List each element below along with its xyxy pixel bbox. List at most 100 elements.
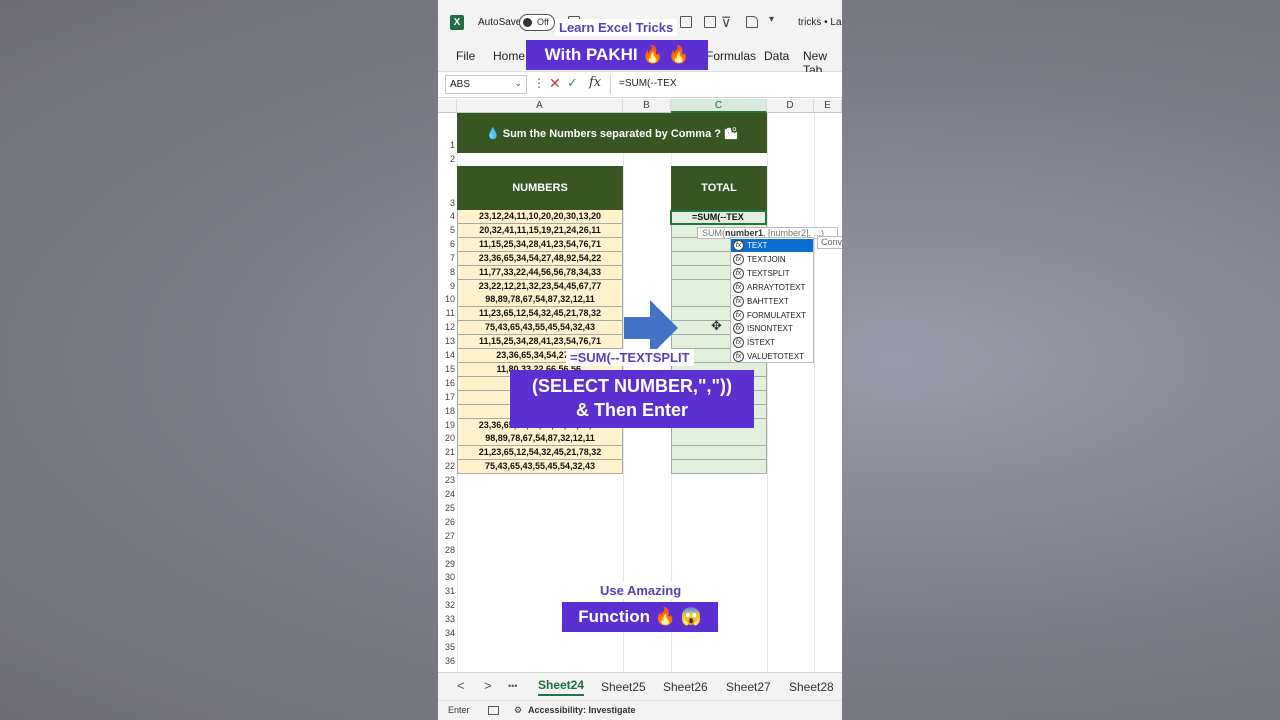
numbers-header-cell[interactable]: NUMBERS	[457, 166, 623, 210]
select-all-corner[interactable]	[438, 99, 457, 113]
accessibility-status[interactable]: Accessibility: Investigate	[528, 705, 636, 715]
chevron-down-icon[interactable]: ▾	[769, 14, 774, 25]
row-header[interactable]: 16	[438, 378, 457, 388]
chevron-down-icon[interactable]: ⌄	[514, 78, 522, 89]
row-header[interactable]: 13	[438, 336, 457, 346]
toggle-knob	[523, 18, 532, 27]
row-header[interactable]: 10	[438, 294, 457, 304]
sheet-tab-26[interactable]: Sheet26	[663, 680, 708, 694]
sheet-tab-24[interactable]: Sheet24	[538, 678, 585, 696]
autocomplete-item[interactable]: fx TEXTSPLIT	[731, 267, 813, 280]
row-header[interactable]: 11	[438, 308, 457, 318]
row-header[interactable]: 32	[438, 600, 457, 610]
sheet-tab-27[interactable]: Sheet27	[726, 680, 771, 694]
number-cell[interactable]: 98,89,78,67,54,87,32,12,11	[457, 432, 623, 447]
column-header-c[interactable]: C	[671, 99, 767, 113]
row-header[interactable]: 19	[438, 420, 457, 430]
row-header[interactable]: 1	[438, 140, 457, 150]
sheet-next-button[interactable]: >	[484, 678, 492, 693]
row-header[interactable]: 35	[438, 642, 457, 652]
number-cell[interactable]: 75,43,65,43,55,45,54,32,43	[457, 321, 623, 336]
row-header[interactable]: 22	[438, 461, 457, 471]
sheet-tab-28[interactable]: Sheet28	[789, 680, 834, 694]
table-icon[interactable]	[704, 16, 716, 28]
total-cell[interactable]	[671, 432, 767, 447]
autocomplete-item[interactable]: fx BAHTTEXT	[731, 295, 813, 308]
autocomplete-item[interactable]: fx ARRAYTOTEXT	[731, 281, 813, 294]
row-header[interactable]: 7	[438, 253, 457, 263]
column-header-a[interactable]: A	[457, 99, 623, 113]
column-header-e[interactable]: E	[814, 99, 842, 113]
tab-file[interactable]: File	[456, 49, 475, 63]
row-header[interactable]: 6	[438, 239, 457, 249]
autocomplete-item[interactable]: fx TEXTJOIN	[731, 253, 813, 266]
row-header[interactable]: 17	[438, 392, 457, 402]
accessibility-icon[interactable]: ⚙	[514, 705, 522, 716]
column-header-b[interactable]: B	[623, 99, 671, 113]
row-header[interactable]: 28	[438, 545, 457, 555]
autocomplete-item[interactable]: fx ISNONTEXT	[731, 322, 813, 335]
row-header[interactable]: 24	[438, 489, 457, 499]
row-header[interactable]: 33	[438, 614, 457, 624]
autocomplete-item[interactable]: fx ISTEXT	[731, 336, 813, 349]
undo-icon[interactable]	[680, 16, 692, 28]
total-header-cell[interactable]: TOTAL	[671, 166, 767, 210]
autosave-toggle[interactable]: Off	[519, 14, 555, 31]
number-cell[interactable]: 11,15,25,34,28,41,23,54,76,71	[457, 335, 623, 350]
autocomplete-item[interactable]: fx FORMULATEXT	[731, 309, 813, 322]
sheet-title-cell[interactable]: 💧 Sum the Numbers separated by Comma ? 🏙	[457, 113, 767, 153]
macro-icon[interactable]	[488, 706, 499, 715]
row-header[interactable]: 29	[438, 559, 457, 569]
number-cell[interactable]: 11,15,25,34,28,41,23,54,76,71	[457, 237, 623, 252]
tab-data[interactable]: Data	[764, 49, 789, 63]
number-cell[interactable]: 21,23,65,12,54,32,45,21,78,32	[457, 446, 623, 461]
tab-home[interactable]: Home	[493, 49, 525, 63]
number-cell[interactable]: 11,23,65,12,54,32,45,21,78,32	[457, 307, 623, 322]
row-header[interactable]: 34	[438, 628, 457, 638]
row-header[interactable]: 21	[438, 447, 457, 457]
row-header[interactable]: 9	[438, 281, 457, 291]
total-cell[interactable]	[671, 460, 767, 475]
cancel-icon[interactable]: ✕	[549, 75, 561, 92]
sheet-prev-button[interactable]: <	[457, 678, 465, 693]
row-header[interactable]: 27	[438, 531, 457, 541]
row-header[interactable]: 26	[438, 517, 457, 527]
number-cell[interactable]: 11,77,33,22,44,56,56,78,34,33	[457, 265, 623, 280]
sheet-tab-25[interactable]: Sheet25	[601, 680, 646, 694]
number-cell[interactable]: 20,32,41,11,15,19,21,24,26,11	[457, 223, 623, 238]
row-header[interactable]: 12	[438, 322, 457, 332]
number-cell[interactable]: 98,89,78,67,54,87,32,12,11	[457, 293, 623, 308]
number-cell[interactable]: 23,12,24,11,10,20,20,30,13,20	[457, 210, 623, 224]
autocomplete-item[interactable]: fx VALUETOTEXT	[731, 350, 813, 363]
tab-formulas[interactable]: Formulas	[706, 49, 756, 63]
row-header[interactable]: 3	[438, 198, 457, 208]
number-cell[interactable]: 23,22,12,21,32,23,54,45,67,77	[457, 279, 623, 294]
row-header[interactable]: 2	[438, 154, 457, 164]
confirm-icon[interactable]: ✓	[567, 75, 578, 91]
insert-function-icon[interactable]: fx	[589, 75, 601, 90]
row-header[interactable]: 8	[438, 267, 457, 277]
row-header[interactable]: 14	[438, 350, 457, 360]
document-icon[interactable]	[746, 16, 758, 28]
row-header[interactable]: 4	[438, 211, 457, 221]
number-cell[interactable]: 75,43,65,43,55,45,54,32,43	[457, 460, 623, 475]
autocomplete-item[interactable]: fx TEXT	[731, 239, 813, 252]
sheet-more-button[interactable]: •••	[508, 681, 517, 691]
number-cell[interactable]: 23,36,65,34,54,27,48,92,54,22	[457, 251, 623, 266]
row-header[interactable]: 25	[438, 503, 457, 513]
more-icon[interactable]: ⋮	[533, 76, 545, 90]
row-header[interactable]: 20	[438, 433, 457, 443]
formula-input[interactable]: =SUM(--TEX	[610, 75, 842, 94]
column-header-d[interactable]: D	[767, 99, 814, 113]
row-header[interactable]: 31	[438, 586, 457, 596]
total-cell[interactable]	[671, 446, 767, 461]
active-cell-c4[interactable]: =SUM(--TEX	[670, 210, 767, 225]
filter-icon[interactable]: ⊽	[721, 14, 731, 31]
row-header[interactable]: 36	[438, 656, 457, 666]
row-header[interactable]: 30	[438, 572, 457, 582]
row-header[interactable]: 5	[438, 225, 457, 235]
row-header[interactable]: 18	[438, 406, 457, 416]
name-box[interactable]: ABS ⌄	[445, 75, 527, 94]
row-header[interactable]: 23	[438, 475, 457, 485]
row-header[interactable]: 15	[438, 364, 457, 374]
